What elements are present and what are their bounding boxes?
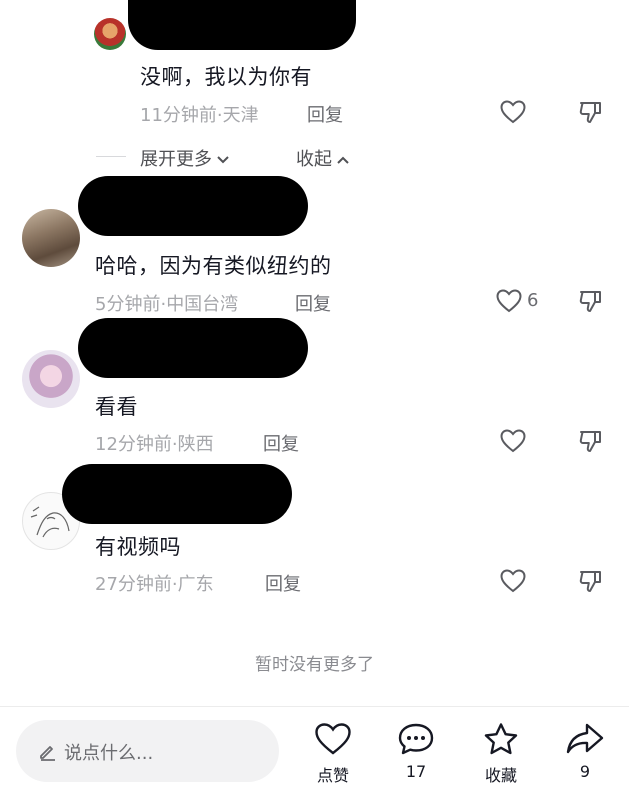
like-button[interactable]: 点赞 (303, 722, 363, 786)
chevron-down-icon (217, 156, 229, 164)
chat-bubble-icon (398, 723, 434, 755)
expand-more-button[interactable]: 展开更多 (140, 145, 230, 171)
comment-meta: 5分钟前·中国台湾 (95, 294, 239, 315)
thread-divider (96, 156, 126, 157)
heart-icon[interactable] (500, 100, 526, 124)
reply-button[interactable]: 回复 (265, 570, 301, 596)
chevron-up-icon (337, 156, 349, 164)
redacted-username (78, 176, 308, 236)
comment-text: 哈哈，因为有类似纽约的 (95, 254, 332, 278)
share-count: 9 (579, 762, 591, 781)
comment-button[interactable]: 17 (386, 722, 446, 781)
comment-time: 11分钟前 (140, 105, 217, 126)
reply-button[interactable]: 回复 (307, 101, 343, 127)
share-button[interactable]: 9 (555, 722, 615, 781)
comment-time: 5分钟前 (95, 294, 161, 315)
comment-input[interactable]: 说点什么... (16, 720, 279, 782)
comment-text: 没啊，我以为你有 (140, 65, 312, 89)
heart-icon[interactable] (500, 429, 526, 453)
reply-button[interactable]: 回复 (263, 430, 299, 456)
comment-location: 天津 (222, 105, 259, 126)
end-of-list-text: 暂时没有更多了 (255, 655, 374, 675)
collapse-button[interactable]: 收起 (296, 145, 350, 171)
thumbs-down-icon[interactable] (578, 289, 604, 313)
reply-button[interactable]: 回复 (295, 290, 331, 316)
heart-icon[interactable] (496, 289, 522, 313)
pencil-icon (40, 746, 55, 761)
like-label: 点赞 (316, 766, 349, 785)
heart-icon (315, 723, 351, 755)
favorite-label: 收藏 (484, 766, 517, 785)
comment-location: 中国台湾 (166, 294, 239, 315)
comment-text: 看看 (95, 395, 138, 419)
comment-text: 有视频吗 (95, 535, 181, 559)
thumbs-down-icon[interactable] (578, 100, 604, 124)
heart-icon[interactable] (500, 569, 526, 593)
thumbs-down-icon[interactable] (578, 429, 604, 453)
share-arrow-icon (566, 723, 604, 754)
avatar[interactable] (94, 18, 126, 50)
like-count: 6 (527, 290, 539, 311)
comment-time: 12分钟前 (95, 434, 172, 455)
redacted-username (62, 464, 292, 524)
comment-meta: 12分钟前·陕西 (95, 434, 214, 455)
comment-input-placeholder: 说点什么... (64, 743, 154, 764)
comment-time: 27分钟前 (95, 574, 172, 595)
comment-meta: 11分钟前·天津 (140, 105, 259, 126)
redacted-username (78, 318, 308, 378)
favorite-button[interactable]: 收藏 (471, 722, 531, 786)
avatar[interactable] (22, 350, 80, 408)
avatar[interactable] (22, 209, 80, 267)
star-icon (484, 723, 518, 755)
comment-meta: 27分钟前·广东 (95, 574, 214, 595)
thumbs-down-icon[interactable] (578, 569, 604, 593)
comment-location: 广东 (177, 574, 214, 595)
comment-count: 17 (405, 762, 427, 781)
comment-location: 陕西 (177, 434, 214, 455)
redacted-username (128, 0, 356, 50)
